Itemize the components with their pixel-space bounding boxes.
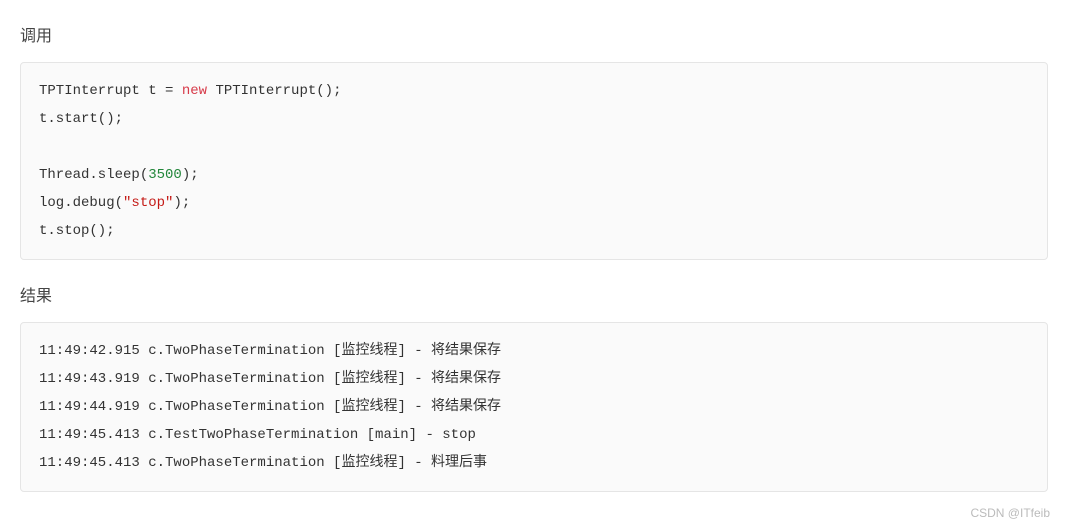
string-literal: "stop" xyxy=(123,195,173,211)
log-line: 11:49:45.413 c.TestTwoPhaseTermination [… xyxy=(39,427,476,443)
log-line: 11:49:43.919 c.TwoPhaseTermination [监控线程… xyxy=(39,371,501,387)
heading-invoke: 调用 xyxy=(20,22,1048,46)
code-line: ); xyxy=(173,195,190,211)
code-block-invoke: TPTInterrupt t = new TPTInterrupt(); t.s… xyxy=(20,62,1048,260)
code-line: ); xyxy=(182,167,199,183)
number-literal: 3500 xyxy=(148,167,182,183)
heading-result: 结果 xyxy=(20,282,1048,306)
code-line: TPTInterrupt(); xyxy=(207,83,341,99)
code-line: Thread.sleep( xyxy=(39,167,148,183)
code-line: TPTInterrupt t = xyxy=(39,83,182,99)
code-line: t.start(); xyxy=(39,111,123,127)
code-line: log.debug( xyxy=(39,195,123,211)
log-line: 11:49:44.919 c.TwoPhaseTermination [监控线程… xyxy=(39,399,501,415)
keyword-new: new xyxy=(182,83,207,99)
code-block-result: 11:49:42.915 c.TwoPhaseTermination [监控线程… xyxy=(20,322,1048,492)
log-line: 11:49:42.915 c.TwoPhaseTermination [监控线程… xyxy=(39,343,501,359)
code-line: t.stop(); xyxy=(39,223,115,239)
watermark-text: CSDN @ITfeib xyxy=(970,506,1050,520)
log-line: 11:49:45.413 c.TwoPhaseTermination [监控线程… xyxy=(39,455,487,471)
